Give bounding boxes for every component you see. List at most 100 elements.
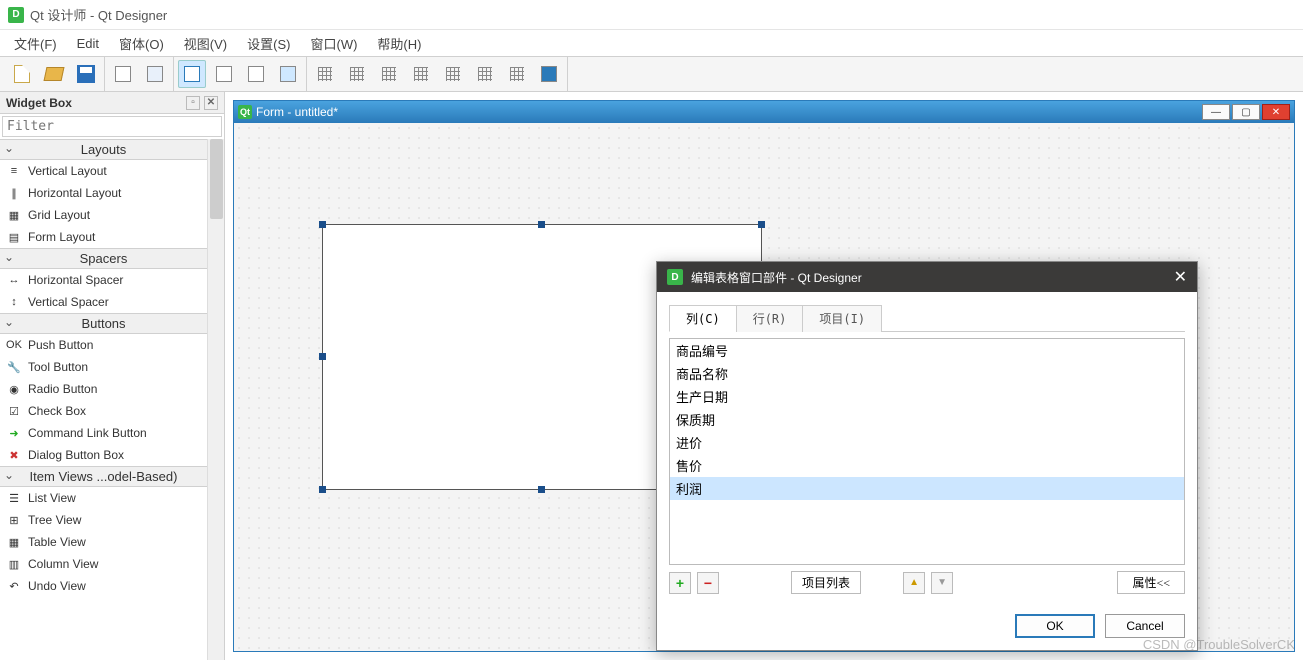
list-item[interactable]: 生产日期 <box>670 385 1184 408</box>
dialog-close-icon[interactable]: ✕ <box>1174 267 1187 287</box>
break-layout-button[interactable] <box>503 60 531 88</box>
resize-handle[interactable] <box>538 486 545 493</box>
close-panel-icon[interactable]: ✕ <box>204 96 218 110</box>
form-max-button[interactable]: ▢ <box>1232 104 1260 120</box>
layout-form-button[interactable] <box>471 60 499 88</box>
widget-tool-button[interactable]: 🔧Tool Button <box>0 356 207 378</box>
form-min-button[interactable]: — <box>1202 104 1230 120</box>
dialog-tabs: 列(C) 行(R) 项目(I) <box>669 304 1185 332</box>
adjust-size-button[interactable] <box>535 60 563 88</box>
widget-push-button[interactable]: OKPush Button <box>0 334 207 356</box>
open-file-button[interactable] <box>40 60 68 88</box>
qt-logo-icon: D <box>8 7 24 23</box>
resize-handle[interactable] <box>758 221 765 228</box>
treeview-icon: ⊞ <box>6 512 22 528</box>
menu-window[interactable]: 窗口(W) <box>300 30 367 57</box>
dialog-titlebar[interactable]: D 编辑表格窗口部件 - Qt Designer ✕ <box>657 262 1197 292</box>
dock-icon[interactable]: ▫ <box>186 96 200 110</box>
menu-settings[interactable]: 设置(S) <box>237 30 300 57</box>
dialog-toolbar-row: + − 项目列表 属性<< <box>669 571 1185 594</box>
send-back-button[interactable] <box>109 60 137 88</box>
widget-list-scrollbar[interactable] <box>207 139 224 660</box>
widget-vertical-layout[interactable]: ≡Vertical Layout <box>0 160 207 182</box>
tab-rows[interactable]: 行(R) <box>736 305 804 332</box>
widget-dialog-button-box[interactable]: ✖Dialog Button Box <box>0 444 207 466</box>
list-item[interactable]: 保质期 <box>670 408 1184 431</box>
widget-grid-layout[interactable]: ▦Grid Layout <box>0 204 207 226</box>
dialog-footer: OK Cancel <box>657 606 1197 650</box>
category-layouts[interactable]: Layouts <box>0 139 207 160</box>
menu-edit[interactable]: Edit <box>67 32 109 55</box>
layout-v-button[interactable] <box>343 60 371 88</box>
resize-handle[interactable] <box>319 486 326 493</box>
columns-listbox[interactable]: 商品编号 商品名称 生产日期 保质期 进价 售价 利润 <box>669 338 1185 565</box>
menu-help[interactable]: 帮助(H) <box>367 30 431 57</box>
widget-filter-input[interactable] <box>2 116 222 137</box>
form-icon: Qt <box>238 105 252 119</box>
form-close-button[interactable]: ✕ <box>1262 104 1290 120</box>
menu-file[interactable]: 文件(F) <box>4 30 67 57</box>
list-item[interactable]: 售价 <box>670 454 1184 477</box>
move-down-button[interactable] <box>931 572 953 594</box>
widget-box-header: Widget Box ▫ ✕ <box>0 92 224 114</box>
menu-form[interactable]: 窗体(O) <box>109 30 174 57</box>
dialog-title: 编辑表格窗口部件 - Qt Designer <box>691 269 862 286</box>
list-item[interactable]: 利润 <box>670 477 1184 500</box>
formlayout-icon: ▤ <box>6 229 22 245</box>
listview-icon: ☰ <box>6 490 22 506</box>
cancel-button[interactable]: Cancel <box>1105 614 1185 638</box>
widget-check-box[interactable]: ☑Check Box <box>0 400 207 422</box>
category-buttons[interactable]: Buttons <box>0 313 207 334</box>
app-titlebar: D Qt 设计师 - Qt Designer <box>0 0 1303 30</box>
new-file-button[interactable] <box>8 60 36 88</box>
widget-form-layout[interactable]: ▤Form Layout <box>0 226 207 248</box>
category-item-views[interactable]: Item Views ...odel-Based) <box>0 466 207 487</box>
move-up-button[interactable] <box>903 572 925 594</box>
item-list-button[interactable]: 项目列表 <box>791 571 861 594</box>
dlgbtnbox-icon: ✖ <box>6 447 22 463</box>
layout-grid-button[interactable] <box>439 60 467 88</box>
menu-view[interactable]: 视图(V) <box>174 30 237 57</box>
widget-radio-button[interactable]: ◉Radio Button <box>0 378 207 400</box>
widget-vertical-spacer[interactable]: ↕Vertical Spacer <box>0 291 207 313</box>
undoview-icon: ↶ <box>6 578 22 594</box>
app-title: Qt 设计师 - Qt Designer <box>30 5 167 24</box>
list-item[interactable]: 商品编号 <box>670 339 1184 362</box>
menubar: 文件(F) Edit 窗体(O) 视图(V) 设置(S) 窗口(W) 帮助(H) <box>0 30 1303 56</box>
layout-h-button[interactable] <box>311 60 339 88</box>
layout-hsplit-button[interactable] <box>375 60 403 88</box>
widget-list-view[interactable]: ☰List View <box>0 487 207 509</box>
resize-handle[interactable] <box>319 221 326 228</box>
widget-column-view[interactable]: ▥Column View <box>0 553 207 575</box>
edit-signals-button[interactable] <box>210 60 238 88</box>
properties-button[interactable]: 属性<< <box>1117 571 1185 594</box>
edit-widgets-button[interactable] <box>178 60 206 88</box>
vspacer-icon: ↕ <box>6 294 22 310</box>
category-spacers[interactable]: Spacers <box>0 248 207 269</box>
tab-items[interactable]: 项目(I) <box>802 305 882 332</box>
widget-command-link[interactable]: ➜Command Link Button <box>0 422 207 444</box>
layout-vsplit-button[interactable] <box>407 60 435 88</box>
list-item[interactable]: 商品名称 <box>670 362 1184 385</box>
list-item[interactable]: 进价 <box>670 431 1184 454</box>
widget-horizontal-spacer[interactable]: ↔Horizontal Spacer <box>0 269 207 291</box>
bring-front-button[interactable] <box>141 60 169 88</box>
edit-buddies-button[interactable] <box>242 60 270 88</box>
remove-column-button[interactable]: − <box>697 572 719 594</box>
resize-handle[interactable] <box>319 353 326 360</box>
save-file-button[interactable] <box>72 60 100 88</box>
widget-tree-view[interactable]: ⊞Tree View <box>0 509 207 531</box>
widget-table-view[interactable]: ▦Table View <box>0 531 207 553</box>
widget-horizontal-layout[interactable]: ∥Horizontal Layout <box>0 182 207 204</box>
add-column-button[interactable]: + <box>669 572 691 594</box>
dialog-body: 列(C) 行(R) 项目(I) 商品编号 商品名称 生产日期 保质期 进价 售价… <box>657 292 1197 606</box>
ok-button[interactable]: OK <box>1015 614 1095 638</box>
tableview-icon: ▦ <box>6 534 22 550</box>
resize-handle[interactable] <box>538 221 545 228</box>
tab-columns[interactable]: 列(C) <box>669 305 737 332</box>
form-titlebar[interactable]: Qt Form - untitled* — ▢ ✕ <box>234 101 1294 123</box>
widget-undo-view[interactable]: ↶Undo View <box>0 575 207 597</box>
columnview-icon: ▥ <box>6 556 22 572</box>
hspacer-icon: ↔ <box>6 272 22 288</box>
edit-tab-order-button[interactable] <box>274 60 302 88</box>
